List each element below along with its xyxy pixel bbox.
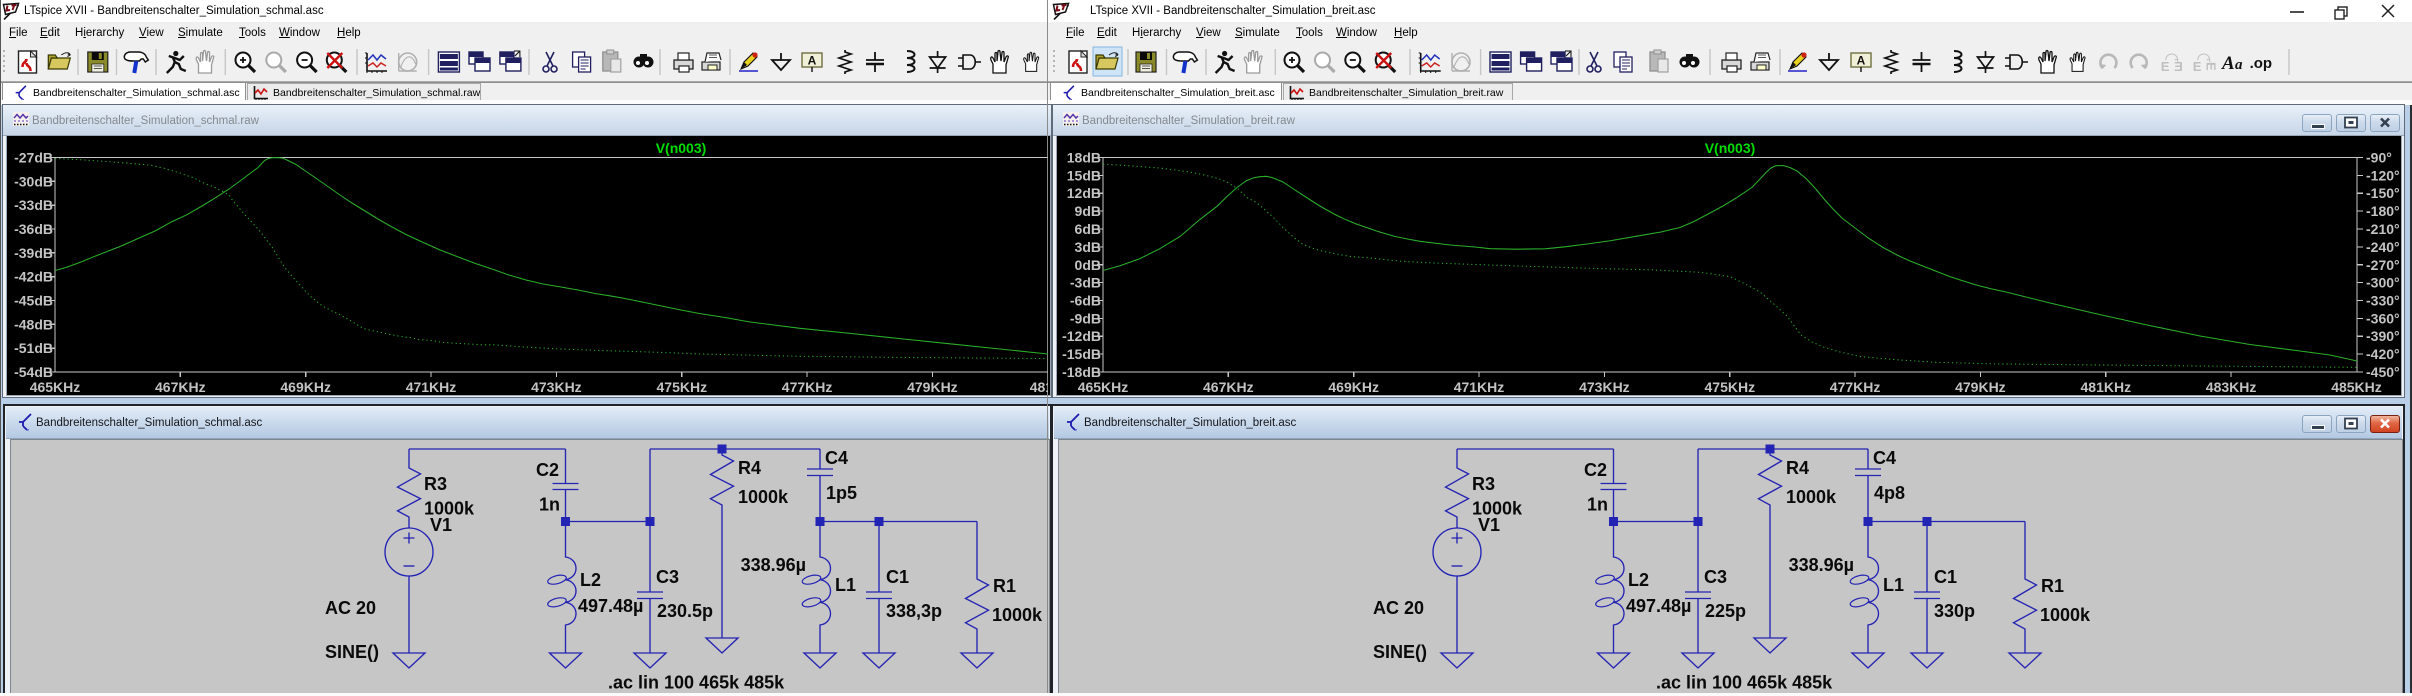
svg-text:R1: R1 <box>993 576 1016 596</box>
svg-text:V1: V1 <box>430 515 452 535</box>
svg-text:AC 20: AC 20 <box>325 598 376 618</box>
svg-text:C3: C3 <box>1704 567 1727 587</box>
svg-text:225p: 225p <box>1705 601 1746 621</box>
svg-text:R1: R1 <box>2041 576 2064 596</box>
svg-text:4p8: 4p8 <box>1874 483 1905 503</box>
svg-text:.ac lin 100 465k 485k: .ac lin 100 465k 485k <box>608 673 785 693</box>
svg-text:C4: C4 <box>1873 448 1896 468</box>
svg-text:C2: C2 <box>1584 460 1607 480</box>
svg-text:497.48µ: 497.48µ <box>1626 596 1691 616</box>
svg-text:330p: 330p <box>1934 601 1975 621</box>
svg-text:SINE(): SINE() <box>325 642 379 662</box>
svg-text:230.5p: 230.5p <box>657 601 713 621</box>
svg-text:.ac lin 100 465k 485k: .ac lin 100 465k 485k <box>1656 673 1833 693</box>
svg-text:1n: 1n <box>539 495 560 515</box>
svg-text:C1: C1 <box>1934 567 1957 587</box>
svg-text:338.96µ: 338.96µ <box>1789 555 1854 575</box>
svg-text:1n: 1n <box>1587 495 1608 515</box>
svg-text:R4: R4 <box>738 458 761 478</box>
svg-text:C1: C1 <box>886 567 909 587</box>
svg-text:497.48µ: 497.48µ <box>578 596 643 616</box>
svg-text:C2: C2 <box>536 460 559 480</box>
svg-text:1p5: 1p5 <box>826 483 857 503</box>
svg-text:R3: R3 <box>424 474 447 494</box>
svg-text:C3: C3 <box>656 567 679 587</box>
svg-text:L1: L1 <box>835 575 856 595</box>
svg-text:L2: L2 <box>1628 570 1649 590</box>
svg-text:R3: R3 <box>1472 474 1495 494</box>
svg-text:C4: C4 <box>825 448 848 468</box>
svg-text:1000k: 1000k <box>2040 605 2091 625</box>
svg-text:338.96µ: 338.96µ <box>741 555 806 575</box>
svg-text:V1: V1 <box>1478 515 1500 535</box>
svg-text:AC 20: AC 20 <box>1373 598 1424 618</box>
svg-text:338,3p: 338,3p <box>886 601 942 621</box>
svg-text:1000k: 1000k <box>1786 487 1837 507</box>
svg-text:1000k: 1000k <box>992 605 1043 625</box>
svg-text:L1: L1 <box>1883 575 1904 595</box>
svg-text:1000k: 1000k <box>738 487 789 507</box>
svg-text:R4: R4 <box>1786 458 1809 478</box>
svg-text:SINE(): SINE() <box>1373 642 1427 662</box>
svg-text:L2: L2 <box>580 570 601 590</box>
